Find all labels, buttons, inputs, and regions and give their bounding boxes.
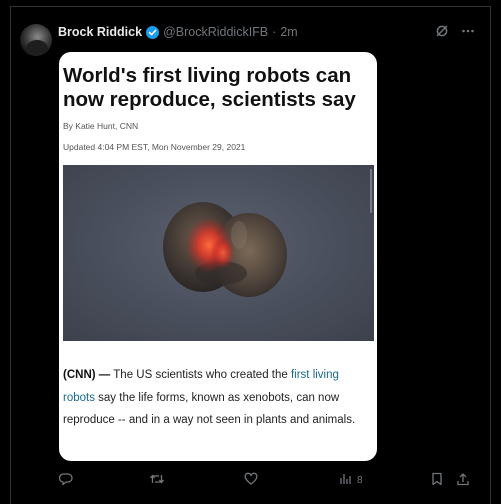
article-body-part-2: say the life forms, known as xenobots, c… [63, 391, 356, 427]
grok-icon[interactable] [435, 24, 449, 38]
article-headline: World's first living robots can now repr… [63, 64, 356, 111]
article-byline: By Katie Hunt, CNN [63, 121, 139, 131]
repost-button[interactable] [149, 472, 165, 489]
author-name[interactable]: Brock Riddick [58, 25, 142, 39]
article-updated: Updated 4:04 PM EST, Mon November 29, 20… [63, 142, 246, 152]
share-button[interactable] [456, 472, 470, 489]
like-icon [244, 472, 258, 489]
reply-icon [58, 472, 73, 489]
separator: · [272, 25, 277, 39]
timeline-border-right [490, 6, 491, 504]
reply-button[interactable] [58, 472, 73, 489]
post-header: Brock Riddick @BrockRiddickIFB · 2m [58, 25, 298, 39]
article-body: (CNN) — The US scientists who created th… [63, 364, 363, 432]
article-body-part-1: The US scientists who created the [110, 369, 291, 381]
verified-badge-icon [146, 25, 160, 39]
bookmark-icon [431, 472, 443, 489]
views-icon [339, 472, 352, 488]
like-button[interactable] [244, 472, 258, 489]
avatar[interactable] [20, 24, 52, 56]
xenobot-illustration [163, 202, 287, 297]
article-screenshot[interactable]: World's first living robots can now repr… [59, 52, 377, 461]
author-handle[interactable]: @BrockRiddickIFB [163, 25, 268, 39]
share-icon [456, 472, 470, 489]
bookmark-button[interactable] [431, 472, 443, 489]
xenobot-photo [63, 165, 374, 341]
views-button[interactable]: 8 [339, 472, 363, 488]
header-actions [435, 24, 475, 38]
post-time[interactable]: 2m [280, 25, 297, 39]
post[interactable]: Brock Riddick @BrockRiddickIFB · 2m Worl… [11, 7, 490, 504]
more-icon[interactable] [461, 24, 475, 38]
article-body-lead: (CNN) — [63, 369, 111, 381]
repost-icon [149, 472, 165, 489]
post-actions: 8 [58, 472, 491, 490]
image-edge-marker [370, 169, 372, 213]
views-count: 8 [357, 474, 363, 486]
